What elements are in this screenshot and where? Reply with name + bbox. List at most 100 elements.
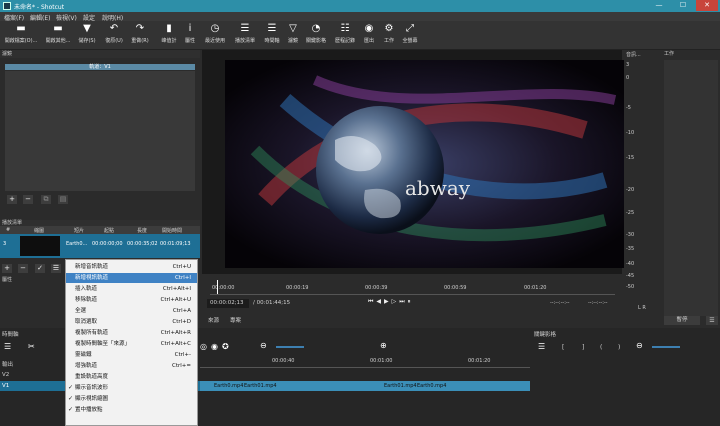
timeline-ruler[interactable]: 00:00:40 00:01:00 00:01:20 (200, 356, 530, 368)
minimize-button[interactable]: — (648, 0, 670, 11)
save-button[interactable]: ▼ 儲存(S) (76, 23, 98, 49)
zoom-slider[interactable] (276, 346, 304, 348)
add-filter-button[interactable]: + (7, 195, 17, 204)
playlist-row[interactable]: 3 Earth0... 00:00:00;00 00:00:35;02 00:0… (0, 234, 200, 258)
menu-item-copy-timeline-to-source[interactable]: 複製時間軸至「來源」 Ctrl+Alt+C (66, 339, 197, 349)
tab-source[interactable]: 來源 (208, 316, 219, 324)
keyframe-set-out[interactable]: ] (582, 344, 584, 351)
menu-item-reset-track-height[interactable]: 重設軌道高度 (66, 372, 197, 382)
timeline-menu-icon[interactable]: ☰ (4, 342, 14, 352)
keyframes-zoom-out-icon[interactable]: ⊖ (636, 341, 643, 350)
audio-meter-panel: 音訊... 3 0 -5 -10 -15 -20 -25 -30 -35 -40… (624, 50, 660, 330)
filters-track-label: 軌道：V1 (5, 64, 195, 70)
recent-icon: ◷ (210, 23, 220, 34)
recent-button[interactable]: ◷ 最近使用 (202, 23, 228, 49)
menu-item-copy-all-tracks[interactable]: 複製所有軌道 Ctrl+Alt+R (66, 328, 197, 338)
redo-icon: ↷ (135, 23, 145, 34)
video-watermark: abway (405, 176, 471, 200)
timeline-icon: ☰ (267, 23, 277, 34)
jobs-pause-button[interactable]: 暫停 (664, 316, 700, 325)
fullscreen-icon: ⤢ (406, 23, 414, 34)
keyframe-prev[interactable]: ( (600, 344, 602, 351)
playlist-add-button[interactable]: + (2, 264, 12, 273)
playlist-button[interactable]: ☰ 播放清單 (232, 23, 258, 49)
folder-icon: ▬ (16, 23, 26, 34)
clip-thumbnail (20, 236, 60, 256)
keyframes-button[interactable]: ◔ 關鍵影格 (303, 23, 329, 49)
jobs-menu-button[interactable]: ☰ (706, 316, 718, 325)
playlist-menu-button[interactable]: ☰ (51, 264, 61, 273)
app-icon (3, 2, 11, 10)
properties-button[interactable]: i 屬性 (181, 23, 199, 49)
tab-project[interactable]: 專案 (230, 316, 241, 324)
keyframes-menu-icon[interactable]: ☰ (538, 342, 545, 351)
peak-meter-button[interactable]: ▮ 峰值計 (158, 23, 180, 49)
history-button[interactable]: ☷ 歷程記錄 (332, 23, 358, 49)
menu-item-enlarge-track[interactable]: 增強軌道 Ctrl+= (66, 361, 197, 371)
menu-item-show-audio-waveform[interactable]: ✓ 顯示音訊波形 (66, 383, 197, 393)
export-button[interactable]: ◉ 匯出 (360, 23, 378, 49)
zoom-in-icon[interactable]: ⊕ (380, 341, 387, 350)
export-icon: ◉ (364, 23, 374, 34)
menu-item-center-playhead[interactable]: ✓ 置中播放點 (66, 405, 197, 415)
menu-item-select-all[interactable]: 全選 Ctrl+A (66, 306, 197, 316)
fullscreen-button[interactable]: ⤢ 全螢幕 (400, 23, 420, 49)
jobs-panel: 工作 暫停 ☰ (662, 50, 720, 330)
keyframes-icon: ◔ (311, 23, 321, 34)
open-file-button[interactable]: ▬ 開啟檔案(O)... (4, 23, 38, 49)
undo-button[interactable]: ↶ 復原(U) (103, 23, 125, 49)
menu-item-add-audio-track[interactable]: 新增音訊軌道 Ctrl+U (66, 262, 197, 272)
clip-earth01-b[interactable]: Earth01.mp4 (384, 383, 417, 389)
copy-filter-button[interactable]: ⧉ (41, 195, 51, 204)
menu-item-remove-track[interactable]: 移除軌道 Ctrl+Alt+U (66, 295, 197, 305)
jobs-title: 工作 (664, 51, 675, 57)
maximize-button[interactable]: ☐ (672, 0, 694, 11)
playhead[interactable] (217, 280, 218, 294)
menu-item-show-video-thumbnails[interactable]: ✓ 顯示視訊縮圖 (66, 394, 197, 404)
snap-ripple-icons[interactable]: ◎◉✪ (200, 342, 240, 352)
close-button[interactable]: ✕ (696, 0, 718, 11)
redo-button[interactable]: ↷ 重做(R) (129, 23, 151, 49)
menu-item-snap[interactable]: 靈磁鐵 Ctrl+- (66, 350, 197, 360)
video-frame[interactable]: abway (225, 60, 625, 268)
open-other-button[interactable]: ▬ 開啟其他... (44, 23, 72, 49)
remove-filter-button[interactable]: − (23, 195, 33, 204)
filters-panel: 濾鏡 軌道：V1 + − ⧉ ▤ (0, 50, 200, 220)
clip-earth01-a[interactable]: Earth01.mp4 (244, 383, 277, 389)
timeline-title: 時間軸 (2, 332, 19, 338)
clip-earth0-b[interactable]: Earth0.mp4 (417, 383, 446, 389)
menu-item-insert-track[interactable]: 插入軌道 Ctrl+Alt+I (66, 284, 197, 294)
jobs-list[interactable] (664, 60, 718, 316)
undo-icon: ↶ (109, 23, 119, 34)
in-point-label: --:--:--:-- (550, 300, 570, 306)
menu-item-deselect[interactable]: 取消選取 Ctrl+D (66, 317, 197, 327)
keyframe-set-in[interactable]: [ (562, 344, 564, 351)
title-bar: 未命名* - Shotcut — ☐ ✕ (0, 0, 720, 12)
peak-meter-icon: ▮ (166, 23, 172, 34)
filters-list[interactable] (5, 71, 195, 191)
timecode-input[interactable]: 00:00:02;13 (207, 299, 249, 308)
keyframes-zoom-slider[interactable] (652, 346, 680, 348)
paste-filter-button[interactable]: ▤ (58, 195, 68, 204)
clip-earth0-a[interactable]: Earth0.mp4 (214, 383, 243, 389)
playlist-update-button[interactable]: ✓ (35, 264, 45, 273)
razor-icon[interactable]: ✂ (28, 342, 38, 352)
menu-bar: 檔案(F) 編輯(E) 檢視(V) 設定 說明(H) (0, 12, 720, 22)
check-icon: ✓ (68, 384, 74, 391)
track-v1-lane[interactable]: Earth0.mp4 Earth01.mp4 Earth01.mp4 Earth… (200, 381, 530, 391)
menu-item-add-video-track[interactable]: 新增視訊軌道 Ctrl+I (66, 273, 197, 283)
timeline-button[interactable]: ☰ 時間軸 (261, 23, 283, 49)
playback-buttons[interactable]: ⏮◀▶▷⏭⏸ (368, 298, 414, 306)
filters-icon: ▽ (289, 23, 297, 34)
jobs-icon: ⚙ (384, 23, 394, 34)
filters-button[interactable]: ▽ 濾鏡 (285, 23, 301, 49)
timeline-context-menu: 新增音訊軌道 Ctrl+U 新增視訊軌道 Ctrl+I 插入軌道 Ctrl+Alt+I… (65, 259, 198, 426)
playlist-remove-button[interactable]: − (18, 264, 28, 273)
track-v2-label[interactable]: V2 (2, 372, 9, 378)
filters-title: 濾鏡 (0, 50, 200, 58)
keyframe-next[interactable]: ) (618, 344, 620, 351)
viewer-ruler[interactable]: 00:00:00 00:00:19 00:00:39 00:00:59 00:0… (210, 280, 615, 295)
jobs-button[interactable]: ⚙ 工作 (380, 23, 398, 49)
zoom-out-icon[interactable]: ⊖ (260, 341, 267, 350)
main-toolbar: ▬ 開啟檔案(O)... ▬ 開啟其他... ▼ 儲存(S) ↶ 復原(U) ↷ 重做(R… (0, 21, 720, 50)
